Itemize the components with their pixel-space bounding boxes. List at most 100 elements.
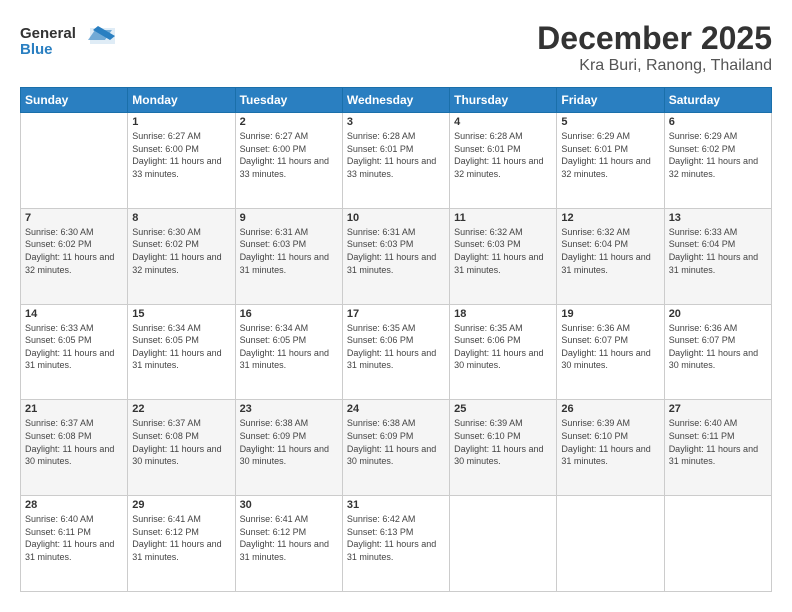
- day-number: 13: [669, 212, 767, 224]
- table-row: 20 Sunrise: 6:36 AMSunset: 6:07 PMDayligh…: [664, 304, 771, 400]
- table-row: 31 Sunrise: 6:42 AMSunset: 6:13 PMDayligh…: [342, 496, 449, 592]
- table-row: 18 Sunrise: 6:35 AMSunset: 6:06 PMDayligh…: [450, 304, 557, 400]
- day-info: Sunrise: 6:31 AMSunset: 6:03 PMDaylight:…: [240, 226, 338, 276]
- day-info: Sunrise: 6:39 AMSunset: 6:10 PMDaylight:…: [454, 417, 552, 467]
- table-row: [21, 113, 128, 209]
- table-row: 22Sunrise: 6:37 AMSunset: 6:08 PMDayligh…: [128, 400, 235, 496]
- day-number: 6: [669, 116, 767, 128]
- day-number: 24: [347, 403, 445, 415]
- day-number: 15: [132, 308, 230, 320]
- table-row: [450, 496, 557, 592]
- day-info: Sunrise: 6:39 AMSunset: 6:10 PMDaylight:…: [561, 417, 659, 467]
- table-row: 12Sunrise: 6:32 AMSunset: 6:04 PMDayligh…: [557, 208, 664, 304]
- logo: General Blue: [20, 20, 115, 58]
- day-info: Sunrise: 6:33 AMSunset: 6:05 PMDaylight:…: [25, 322, 123, 372]
- table-row: 28 Sunrise: 6:40 AMSunset: 6:11 PMDayligh…: [21, 496, 128, 592]
- col-wednesday: Wednesday: [342, 88, 449, 113]
- calendar-page: General Blue December 2025 Kra Buri, Ran…: [0, 0, 792, 612]
- table-row: 5 Sunrise: 6:29 AMSunset: 6:01 PMDaylight…: [557, 113, 664, 209]
- month-title: December 2025: [537, 20, 772, 57]
- table-row: 16Sunrise: 6:34 AMSunset: 6:05 PMDayligh…: [235, 304, 342, 400]
- calendar-header-row: Sunday Monday Tuesday Wednesday Thursday…: [21, 88, 772, 113]
- day-number: 22: [132, 403, 230, 415]
- day-info: Sunrise: 6:34 AMSunset: 6:05 PMDaylight:…: [132, 322, 230, 372]
- table-row: 7Sunrise: 6:30 AMSunset: 6:02 PMDaylight…: [21, 208, 128, 304]
- day-info: Sunrise: 6:38 AMSunset: 6:09 PMDaylight:…: [347, 417, 445, 467]
- day-number: 3: [347, 116, 445, 128]
- calendar-week-row: 7Sunrise: 6:30 AMSunset: 6:02 PMDaylight…: [21, 208, 772, 304]
- day-number: 4: [454, 116, 552, 128]
- day-info: Sunrise: 6:37 AMSunset: 6:08 PMDaylight:…: [25, 417, 123, 467]
- day-number: 26: [561, 403, 659, 415]
- day-number: 20: [669, 308, 767, 320]
- svg-text:General: General: [20, 25, 76, 42]
- day-info: Sunrise: 6:29 AMSunset: 6:01 PMDaylight:…: [561, 130, 659, 180]
- calendar-week-row: 28 Sunrise: 6:40 AMSunset: 6:11 PMDayligh…: [21, 496, 772, 592]
- day-number: 14: [25, 308, 123, 320]
- day-info: Sunrise: 6:30 AMSunset: 6:02 PMDaylight:…: [132, 226, 230, 276]
- day-info: Sunrise: 6:34 AMSunset: 6:05 PMDaylight:…: [240, 322, 338, 372]
- calendar-week-row: 1 Sunrise: 6:27 AMSunset: 6:00 PMDaylight…: [21, 113, 772, 209]
- day-info: Sunrise: 6:38 AMSunset: 6:09 PMDaylight:…: [240, 417, 338, 467]
- table-row: 2Sunrise: 6:27 AMSunset: 6:00 PMDaylight…: [235, 113, 342, 209]
- table-row: 8 Sunrise: 6:30 AMSunset: 6:02 PMDaylight…: [128, 208, 235, 304]
- logo-icon: General Blue: [20, 20, 115, 58]
- table-row: 10Sunrise: 6:31 AMSunset: 6:03 PMDayligh…: [342, 208, 449, 304]
- table-row: 21 Sunrise: 6:37 AMSunset: 6:08 PMDayligh…: [21, 400, 128, 496]
- table-row: 9 Sunrise: 6:31 AMSunset: 6:03 PMDaylight…: [235, 208, 342, 304]
- location-title: Kra Buri, Ranong, Thailand: [537, 57, 772, 75]
- day-info: Sunrise: 6:40 AMSunset: 6:11 PMDaylight:…: [25, 513, 123, 563]
- day-info: Sunrise: 6:27 AMSunset: 6:00 PMDaylight:…: [132, 130, 230, 180]
- table-row: 6Sunrise: 6:29 AMSunset: 6:02 PMDaylight…: [664, 113, 771, 209]
- day-number: 11: [454, 212, 552, 224]
- calendar-week-row: 14 Sunrise: 6:33 AMSunset: 6:05 PMDayligh…: [21, 304, 772, 400]
- day-number: 17: [347, 308, 445, 320]
- day-info: Sunrise: 6:36 AMSunset: 6:07 PMDaylight:…: [561, 322, 659, 372]
- table-row: [557, 496, 664, 592]
- table-row: 30 Sunrise: 6:41 AMSunset: 6:12 PMDayligh…: [235, 496, 342, 592]
- day-info: Sunrise: 6:33 AMSunset: 6:04 PMDaylight:…: [669, 226, 767, 276]
- col-thursday: Thursday: [450, 88, 557, 113]
- day-number: 9: [240, 212, 338, 224]
- day-number: 31: [347, 499, 445, 511]
- day-info: Sunrise: 6:27 AMSunset: 6:00 PMDaylight:…: [240, 130, 338, 180]
- day-number: 23: [240, 403, 338, 415]
- day-info: Sunrise: 6:41 AMSunset: 6:12 PMDaylight:…: [132, 513, 230, 563]
- table-row: 19 Sunrise: 6:36 AMSunset: 6:07 PMDayligh…: [557, 304, 664, 400]
- table-row: 17Sunrise: 6:35 AMSunset: 6:06 PMDayligh…: [342, 304, 449, 400]
- table-row: 3 Sunrise: 6:28 AMSunset: 6:01 PMDaylight…: [342, 113, 449, 209]
- day-info: Sunrise: 6:40 AMSunset: 6:11 PMDaylight:…: [669, 417, 767, 467]
- table-row: 15 Sunrise: 6:34 AMSunset: 6:05 PMDayligh…: [128, 304, 235, 400]
- day-number: 18: [454, 308, 552, 320]
- day-number: 28: [25, 499, 123, 511]
- day-info: Sunrise: 6:42 AMSunset: 6:13 PMDaylight:…: [347, 513, 445, 563]
- day-info: Sunrise: 6:35 AMSunset: 6:06 PMDaylight:…: [454, 322, 552, 372]
- day-info: Sunrise: 6:32 AMSunset: 6:03 PMDaylight:…: [454, 226, 552, 276]
- day-number: 19: [561, 308, 659, 320]
- col-tuesday: Tuesday: [235, 88, 342, 113]
- day-number: 1: [132, 116, 230, 128]
- day-info: Sunrise: 6:32 AMSunset: 6:04 PMDaylight:…: [561, 226, 659, 276]
- day-info: Sunrise: 6:41 AMSunset: 6:12 PMDaylight:…: [240, 513, 338, 563]
- table-row: [664, 496, 771, 592]
- table-row: 26 Sunrise: 6:39 AMSunset: 6:10 PMDayligh…: [557, 400, 664, 496]
- table-row: 27 Sunrise: 6:40 AMSunset: 6:11 PMDayligh…: [664, 400, 771, 496]
- day-info: Sunrise: 6:28 AMSunset: 6:01 PMDaylight:…: [347, 130, 445, 180]
- table-row: 4Sunrise: 6:28 AMSunset: 6:01 PMDaylight…: [450, 113, 557, 209]
- col-sunday: Sunday: [21, 88, 128, 113]
- header: General Blue December 2025 Kra Buri, Ran…: [20, 20, 772, 75]
- day-number: 10: [347, 212, 445, 224]
- day-number: 5: [561, 116, 659, 128]
- day-number: 25: [454, 403, 552, 415]
- col-saturday: Saturday: [664, 88, 771, 113]
- day-number: 30: [240, 499, 338, 511]
- calendar-table: Sunday Monday Tuesday Wednesday Thursday…: [20, 87, 772, 592]
- day-number: 21: [25, 403, 123, 415]
- table-row: 24 Sunrise: 6:38 AMSunset: 6:09 PMDayligh…: [342, 400, 449, 496]
- day-info: Sunrise: 6:36 AMSunset: 6:07 PMDaylight:…: [669, 322, 767, 372]
- day-number: 8: [132, 212, 230, 224]
- day-number: 27: [669, 403, 767, 415]
- col-friday: Friday: [557, 88, 664, 113]
- table-row: 14 Sunrise: 6:33 AMSunset: 6:05 PMDayligh…: [21, 304, 128, 400]
- table-row: 23 Sunrise: 6:38 AMSunset: 6:09 PMDayligh…: [235, 400, 342, 496]
